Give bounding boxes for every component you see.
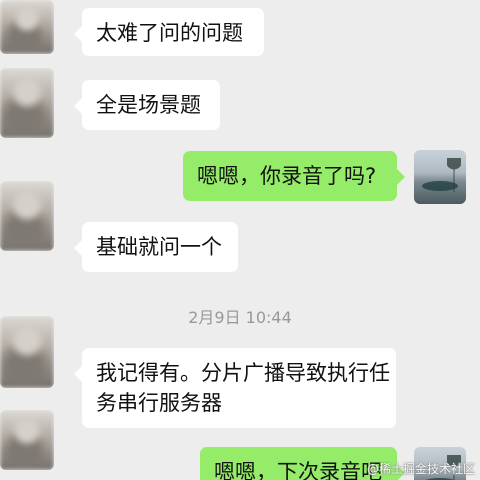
message-timestamp: 2月9日 10:44 — [188, 308, 292, 327]
incoming-message-2[interactable]: 全是场景题 — [74, 80, 220, 130]
lake-photo-avatar-icon — [414, 150, 466, 204]
watermark: @稀土掘金技术社区 — [366, 462, 475, 476]
sender-avatar-2[interactable] — [0, 68, 54, 138]
sender-avatar-3[interactable] — [0, 181, 54, 251]
blurred-user-avatar-icon — [0, 316, 54, 388]
sender-avatar-4[interactable] — [0, 316, 54, 388]
incoming-message-1[interactable]: 太难了问的问题 — [74, 8, 264, 56]
blurred-user-avatar-icon — [0, 181, 54, 251]
blurred-user-avatar-icon — [0, 68, 54, 138]
incoming-message-4-line-2: 务串行服务器 — [96, 391, 222, 415]
blurred-user-avatar-icon — [0, 0, 54, 54]
sender-avatar-5[interactable] — [0, 410, 54, 470]
incoming-message-4-line-1: 我记得有。分片广播导致执行任 — [96, 361, 390, 385]
my-avatar-1[interactable] — [414, 150, 466, 204]
outgoing-message-1[interactable]: 嗯嗯，你录音了吗? — [183, 151, 405, 201]
incoming-message-4[interactable]: 我记得有。分片广播导致执行任 务串行服务器 — [74, 348, 396, 428]
sender-avatar-1[interactable] — [0, 0, 54, 54]
blurred-user-avatar-icon — [0, 410, 54, 470]
chat-conversation: 太难了问的问题 全是场景题 嗯嗯，你录音了吗? 基础就问一个 2月9日 10:4… — [0, 0, 480, 480]
incoming-message-3[interactable]: 基础就问一个 — [74, 222, 238, 272]
